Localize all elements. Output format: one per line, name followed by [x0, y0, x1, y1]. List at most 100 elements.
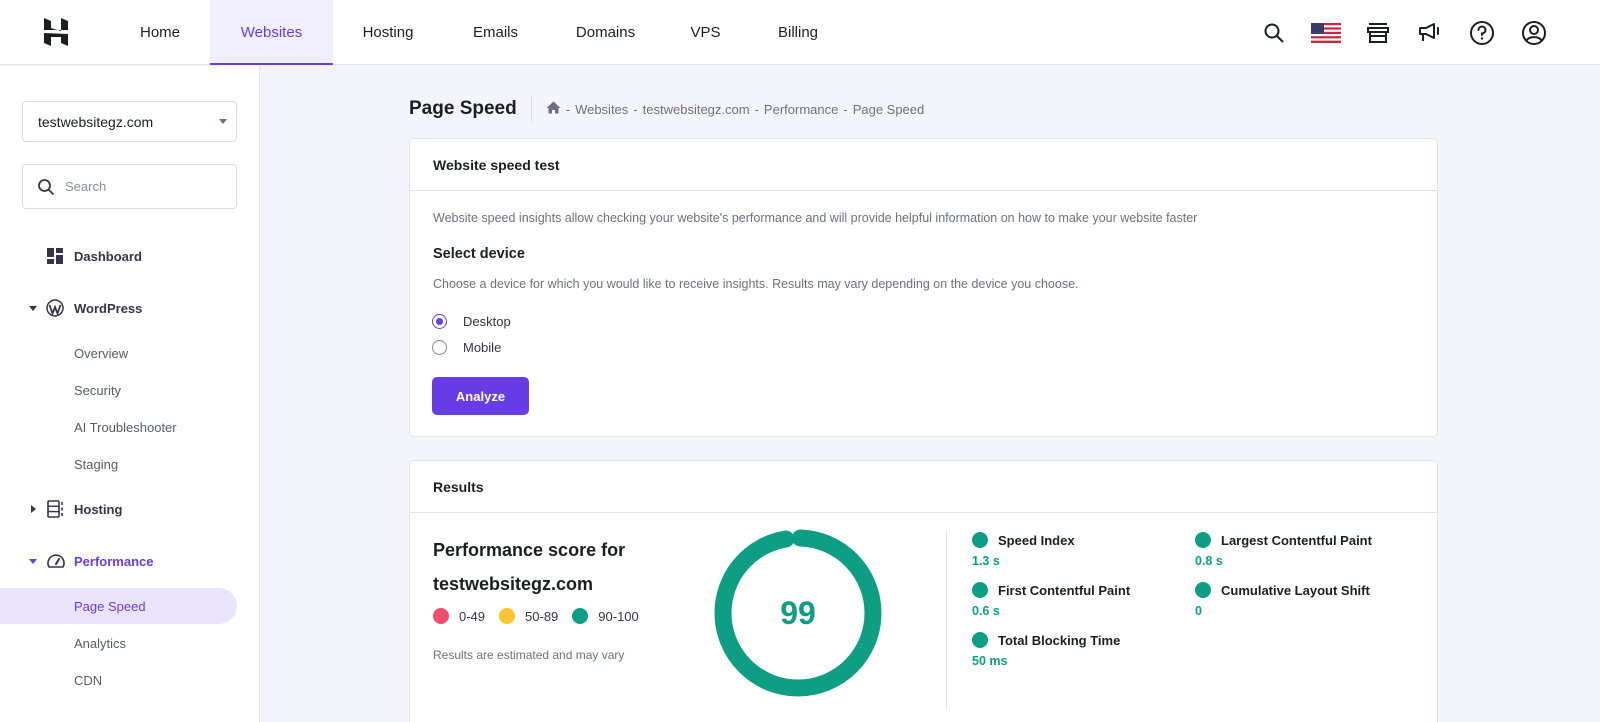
sidebar-item-label: Dashboard: [74, 248, 142, 264]
legend-label: 0-49: [459, 608, 486, 624]
server-icon: [46, 500, 64, 518]
wordpress-icon: [46, 299, 64, 317]
radio-desktop[interactable]: Desktop: [432, 314, 511, 329]
chevron-down-icon: [29, 558, 37, 564]
radio-button-checked[interactable]: [432, 314, 447, 329]
status-dot-icon: [1195, 582, 1211, 598]
metric-cls: Cumulative Layout Shift 0: [1195, 582, 1370, 618]
nav-billing[interactable]: Billing: [748, 0, 848, 65]
sidebar-item-page-speed[interactable]: Page Speed: [0, 588, 237, 624]
legend-dot-icon: [572, 608, 589, 624]
account-icon[interactable]: [1508, 13, 1560, 53]
sidebar-item-label: Staging: [74, 456, 119, 472]
score-value: 99: [780, 594, 816, 631]
sidebar-item-analytics[interactable]: Analytics: [0, 625, 237, 661]
status-dot-icon: [1195, 532, 1211, 548]
metric-value: 0.6 s: [972, 604, 1000, 618]
nav-domains[interactable]: Domains: [548, 0, 663, 65]
metric-tbt: Total Blocking Time 50 ms: [972, 632, 1120, 668]
speed-test-card-title: Website speed test: [410, 139, 1437, 191]
metric-value: 0: [1195, 604, 1202, 618]
us-flag-icon[interactable]: [1300, 13, 1352, 53]
results-card-title: Results: [410, 461, 1437, 513]
sidebar-item-label: Performance: [74, 553, 154, 569]
sidebar-item-label: CDN: [74, 672, 103, 688]
home-icon[interactable]: [546, 101, 561, 117]
sidebar-item-staging[interactable]: Staging: [0, 446, 237, 482]
sidebar: testwebsitegz.com Dashboard WordPress Ov…: [0, 66, 260, 722]
hostinger-logo[interactable]: [40, 16, 72, 48]
website-selector[interactable]: testwebsitegz.com: [22, 101, 237, 142]
radio-mobile[interactable]: Mobile: [432, 340, 501, 355]
metric-value: 1.3 s: [972, 554, 1000, 568]
top-navigation-bar: Home Websites Hosting Emails Domains VPS…: [0, 0, 1600, 65]
sidebar-item-performance[interactable]: Performance: [0, 543, 237, 579]
breadcrumb-performance[interactable]: Performance: [764, 102, 838, 117]
breadcrumb: - Websites - testwebsitegz.com - Perform…: [546, 101, 925, 117]
legend-dot-icon: [499, 608, 516, 624]
legend-item-average: 50-89: [499, 608, 558, 624]
sidebar-search-input[interactable]: [65, 179, 215, 194]
legend-label: 50-89: [525, 608, 559, 624]
status-dot-icon: [972, 532, 988, 548]
sidebar-item-label: WordPress: [74, 300, 143, 316]
breadcrumb-separator: -: [754, 101, 759, 117]
analyze-button[interactable]: Analyze: [432, 377, 529, 415]
metric-speed-index: Speed Index 1.3 s: [972, 532, 1075, 568]
sidebar-item-hosting[interactable]: Hosting: [0, 491, 237, 527]
sidebar-item-label: Analytics: [74, 635, 127, 651]
sidebar-item-wordpress[interactable]: WordPress: [0, 290, 237, 326]
nav-vps[interactable]: VPS: [663, 0, 748, 65]
sidebar-item-label: Overview: [74, 345, 129, 361]
speedometer-icon: [46, 552, 65, 570]
dashboard-icon: [46, 247, 64, 265]
sidebar-item-ai-troubleshooter[interactable]: AI Troubleshooter: [0, 409, 237, 445]
radio-button-unchecked[interactable]: [432, 340, 447, 355]
breadcrumb-separator: -: [633, 101, 638, 117]
sidebar-item-security[interactable]: Security: [0, 372, 237, 408]
legend-item-good: 90-100: [572, 608, 639, 624]
status-dot-icon: [972, 632, 988, 648]
chevron-down-icon: [29, 305, 37, 311]
metric-fcp: First Contentful Paint 0.6 s: [972, 582, 1130, 618]
nav-home[interactable]: Home: [110, 0, 210, 65]
breadcrumb-site[interactable]: testwebsitegz.com: [643, 102, 750, 117]
results-card: Results Performance score for testwebsit…: [409, 460, 1438, 722]
metric-name: First Contentful Paint: [998, 582, 1131, 598]
nav-emails[interactable]: Emails: [443, 0, 548, 65]
breadcrumb-separator: -: [843, 101, 848, 117]
results-divider: [946, 530, 947, 710]
megaphone-icon[interactable]: [1404, 13, 1456, 53]
breadcrumb-websites[interactable]: Websites: [575, 102, 628, 117]
sidebar-item-label: Security: [74, 382, 121, 398]
performance-score-title: Performance score for testwebsitegz.com: [433, 540, 626, 594]
speed-test-intro: Website speed insights allow checking yo…: [433, 211, 1198, 225]
estimate-note: Results are estimated and may vary: [433, 648, 625, 662]
search-icon[interactable]: [1248, 13, 1300, 53]
legend-label: 90-100: [598, 608, 639, 624]
sidebar-item-label: Hosting: [74, 501, 123, 517]
speed-test-card: Website speed test Website speed insight…: [409, 138, 1438, 437]
sidebar-item-overview[interactable]: Overview: [0, 335, 237, 371]
score-legend: 0-49 50-89 90-100: [433, 608, 653, 624]
website-selector-value: testwebsitegz.com: [38, 113, 154, 130]
metric-lcp: Largest Contentful Paint 0.8 s: [1195, 532, 1372, 568]
nav-hosting[interactable]: Hosting: [333, 0, 443, 65]
sidebar-item-label: AI Troubleshooter: [74, 419, 177, 435]
status-dot-icon: [972, 582, 988, 598]
top-icons: [1248, 0, 1560, 65]
help-icon[interactable]: [1456, 13, 1508, 53]
breadcrumb-current: Page Speed: [852, 101, 925, 117]
metric-value: 50 ms: [972, 654, 1008, 668]
metric-name: Cumulative Layout Shift: [1221, 582, 1370, 598]
sidebar-item-cdn[interactable]: CDN: [0, 662, 237, 698]
nav-websites[interactable]: Websites: [210, 0, 333, 65]
legend-dot-icon: [433, 608, 449, 624]
select-device-title: Select device: [433, 246, 525, 262]
radio-desktop-label: Desktop: [463, 314, 511, 329]
store-icon[interactable]: [1352, 13, 1404, 53]
metric-value: 0.8 s: [1195, 554, 1223, 568]
metric-name: Total Blocking Time: [998, 632, 1121, 648]
sidebar-item-dashboard[interactable]: Dashboard: [0, 238, 237, 274]
radio-mobile-label: Mobile: [463, 340, 502, 355]
